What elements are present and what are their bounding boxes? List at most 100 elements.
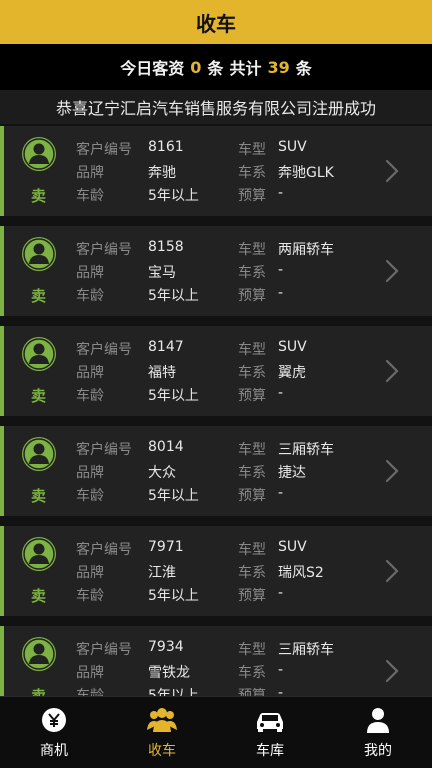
customer-id-label: 客户编号 [76,342,132,358]
budget-label: 预算 [238,688,266,696]
tab-label: 收车 [148,743,176,759]
age-value: 5年以上 [148,288,199,304]
yen-coin-icon [42,708,66,732]
type-value: 两厢轿车 [278,242,334,258]
tab-label: 我的 [364,743,392,759]
stats-total-count: 39 [267,57,290,77]
customer-id-label: 客户编号 [76,642,132,658]
brand-value: 大众 [148,465,176,481]
budget-value: - [278,485,284,501]
age-label: 车龄 [76,388,104,404]
type-label: 车型 [238,542,266,558]
type-value: SUV [278,139,307,155]
customer-card[interactable]: 卖 客户编号 8147 品牌 福特 车龄 5年以上 车型 SUV 车系 翼虎 预算 - [0,326,432,416]
role-tag: 卖 [31,287,47,305]
budget-label: 预算 [238,288,266,304]
top-header: 收车 [0,0,432,44]
tab-label: 商机 [40,743,68,759]
role-tag: 卖 [31,587,47,605]
customer-id-value: 8147 [148,339,184,355]
tab-collect-car[interactable]: 收车 [108,697,216,768]
customer-id-value: 7934 [148,639,184,655]
age-label: 车龄 [76,188,104,204]
tab-label: 车库 [256,743,284,759]
brand-label: 品牌 [76,565,104,581]
chevron-right-icon[interactable] [384,158,400,184]
stats-today-count: 0 [190,57,202,77]
series-label: 车系 [238,165,266,181]
customer-card[interactable]: 卖 客户编号 8014 品牌 大众 车龄 5年以上 车型 三厢轿车 车系 捷达 预算 - [0,426,432,516]
type-label: 车型 [238,642,266,658]
person-icon [367,708,389,733]
series-label: 车系 [238,565,266,581]
series-value: 捷达 [278,465,306,481]
budget-label: 预算 [238,588,266,604]
avatar-icon [22,437,56,471]
stats-unit: 条 [295,59,312,78]
customer-list[interactable]: 卖客户编号 8161 品牌 奔驰 车龄 5年以上 车型 SUV 车系 奔驰GLK 预算 - 卖客户编号… [0,124,432,696]
series-label: 车系 [238,665,266,681]
role-tag: 卖 [31,187,47,205]
age-label: 车龄 [76,488,104,504]
chevron-right-icon[interactable] [384,458,400,484]
chevron-right-icon[interactable] [384,358,400,384]
chevron-right-icon[interactable] [384,558,400,584]
stats-total-label: 共计 [229,59,262,78]
series-label: 车系 [238,265,266,281]
age-value: 5年以上 [148,688,199,696]
avatar-icon [22,637,56,671]
budget-label: 预算 [238,488,266,504]
customer-card[interactable]: 卖 客户编号 7971 品牌 江淮 车龄 5年以上 车型 SUV 车系 瑞风S2 预算 - [0,526,432,616]
series-value: - [278,662,284,678]
notice-banner: 恭喜辽宁汇启汽车销售服务有限公司注册成功 [0,90,432,124]
type-label: 车型 [238,242,266,258]
series-value: 奔驰GLK [278,165,334,181]
customer-card[interactable]: 卖客户编号 7934 品牌 雪铁龙 车龄 5年以上 车型 三厢轿车 车系 - 预算 - [0,626,432,696]
customer-id-value: 8158 [148,239,184,255]
customer-id-label: 客户编号 [76,442,132,458]
bottom-tab-bar: 商机 收车 车库 我的 [0,696,432,768]
stats-bar: 今日客资 0 条 共计 39 条 [0,44,432,90]
budget-label: 预算 [238,388,266,404]
page-title: 收车 [196,11,236,36]
role-tag: 卖 [31,687,47,696]
type-value: 三厢轿车 [278,642,334,658]
series-label: 车系 [238,365,266,381]
people-group-icon [147,708,177,732]
type-label: 车型 [238,442,266,458]
role-tag: 卖 [31,487,47,505]
customer-card[interactable]: 卖 客户编号 8161 品牌 奔驰 车龄 5年以上 车型 SUV 车系 奔驰GLK 预算 - [0,126,432,216]
series-value: - [278,262,284,278]
customer-id-label: 客户编号 [76,242,132,258]
notice-text: 恭喜辽宁汇启汽车销售服务有限公司注册成功 [55,99,376,118]
type-value: 三厢轿车 [278,442,334,458]
series-value: 翼虎 [278,365,306,381]
age-value: 5年以上 [148,188,199,204]
age-value: 5年以上 [148,588,199,604]
avatar-icon [22,337,56,371]
type-label: 车型 [238,142,266,158]
age-label: 车龄 [76,688,104,696]
tab-business[interactable]: 商机 [0,697,108,768]
customer-id-value: 8161 [148,139,184,155]
avatar-icon [22,537,56,571]
chevron-right-icon[interactable] [384,658,400,684]
budget-value: - [278,385,284,401]
tab-mine[interactable]: 我的 [324,697,432,768]
type-label: 车型 [238,342,266,358]
brand-value: 宝马 [148,265,176,281]
budget-value: - [278,685,284,696]
age-value: 5年以上 [148,488,199,504]
brand-value: 江淮 [148,565,176,581]
budget-value: - [278,285,284,301]
customer-card[interactable]: 卖 客户编号 8158 品牌 宝马 车龄 5年以上 车型 两厢轿车 车系 - 预算 - [0,226,432,316]
customer-id-value: 8014 [148,439,184,455]
car-icon [257,713,283,732]
brand-value: 雪铁龙 [148,665,190,681]
budget-label: 预算 [238,188,266,204]
age-value: 5年以上 [148,388,199,404]
chevron-right-icon[interactable] [384,258,400,284]
customer-id-label: 客户编号 [76,542,132,558]
brand-label: 品牌 [76,165,104,181]
tab-garage[interactable]: 车库 [216,697,324,768]
